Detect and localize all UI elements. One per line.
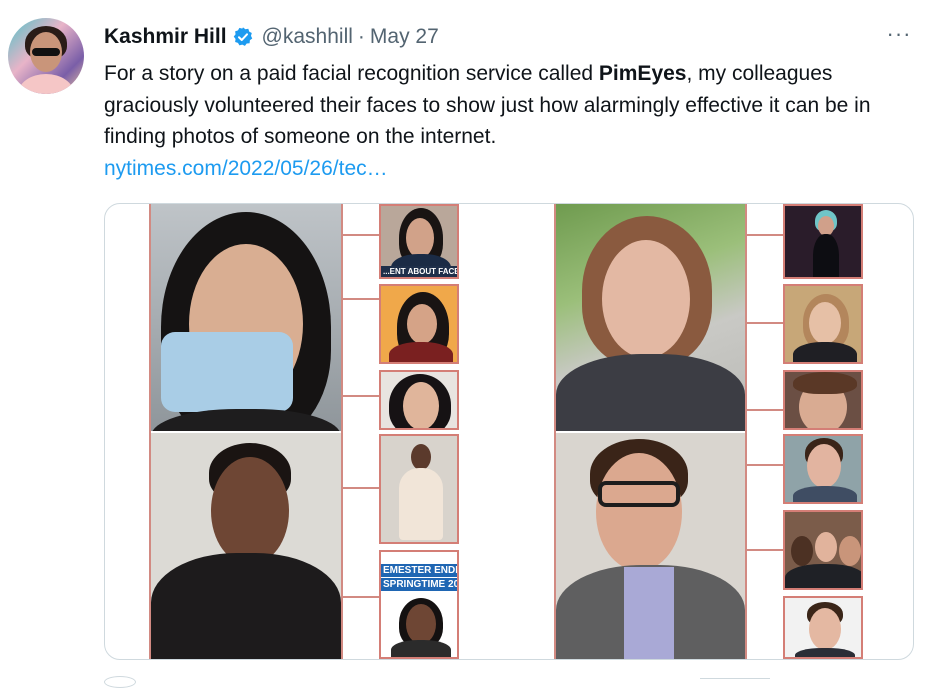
thumb-6 xyxy=(783,204,863,279)
tweet-text-part1: For a story on a paid facial recognition… xyxy=(104,62,599,85)
thumb-9 xyxy=(783,434,863,504)
photo-woman-curly xyxy=(556,204,745,431)
thumb-2 xyxy=(379,284,459,364)
thumb-8 xyxy=(783,370,863,430)
thumb-5: EMESTER ENDI SPRINGTIME 20 xyxy=(379,550,459,659)
tweet-date[interactable]: May 27 xyxy=(370,25,439,49)
action-bar-divider xyxy=(700,678,770,687)
photo-woman-mask xyxy=(151,204,341,431)
thumb-7 xyxy=(783,284,863,364)
author-handle[interactable]: @kashhill xyxy=(262,25,353,49)
author-name[interactable]: Kashmir Hill xyxy=(104,25,227,49)
verified-badge-icon xyxy=(232,26,254,48)
thumb-1: ...ENT ABOUT FACEBOOK xyxy=(379,204,459,279)
thumb-10 xyxy=(783,510,863,590)
tweet-text-bold: PimEyes xyxy=(598,62,687,85)
reply-icon[interactable] xyxy=(104,676,136,688)
media-image[interactable]: ...ENT ABOUT FACEBOOK EMESTER ENDI SPRIN… xyxy=(104,203,914,660)
thumb-banner-2: SPRINGTIME 20 xyxy=(381,578,457,591)
photo-man-glasses xyxy=(556,433,745,659)
separator-dot: · xyxy=(357,25,365,48)
tweet-header: Kashmir Hill @kashhill · May 27 xyxy=(104,22,439,52)
thumb-11 xyxy=(783,596,863,659)
thumb-banner-1: EMESTER ENDI xyxy=(381,564,457,577)
tweet-text: For a story on a paid facial recognition… xyxy=(104,58,904,184)
avatar[interactable] xyxy=(8,18,84,94)
photo-woman-black-top xyxy=(151,433,341,659)
thumb-4 xyxy=(379,434,459,544)
more-horizontal-icon[interactable]: ··· xyxy=(884,23,914,48)
article-link[interactable]: nytimes.com/2022/05/26/tec… xyxy=(104,157,388,180)
thumb-caption: ...ENT ABOUT FACEBOOK xyxy=(381,266,457,277)
thumb-3 xyxy=(379,370,459,430)
